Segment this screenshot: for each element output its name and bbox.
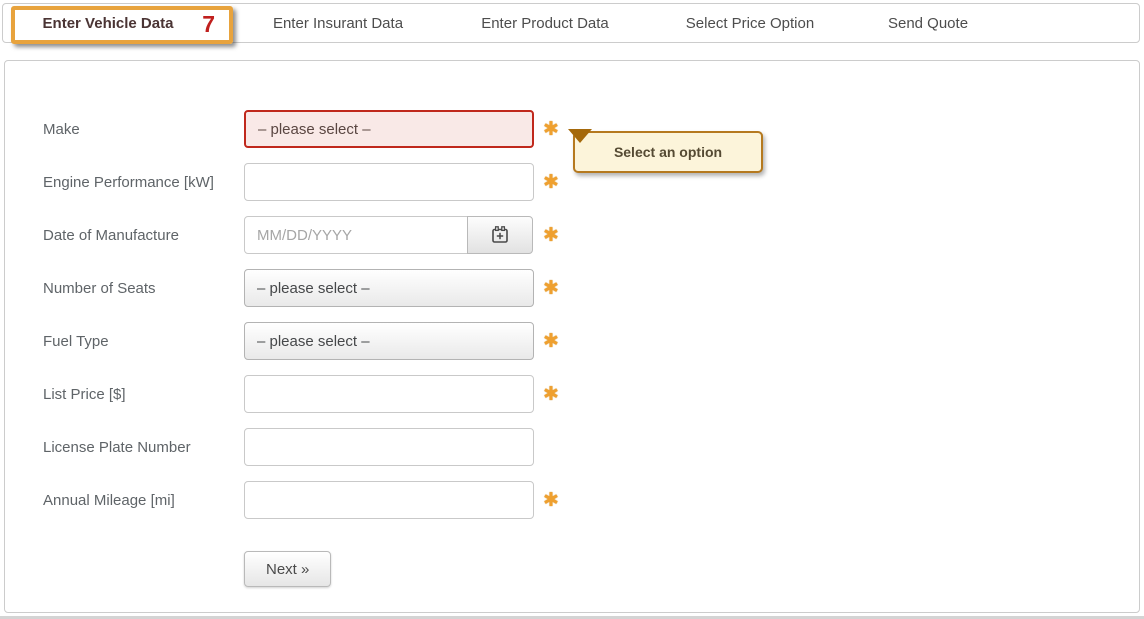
fuel-type-select-value: – please select –: [257, 333, 370, 350]
number-of-seats-select[interactable]: – please select –: [244, 269, 534, 307]
date-of-manufacture-label: Date of Manufacture: [43, 227, 244, 244]
make-select[interactable]: – please select –: [244, 110, 534, 148]
form-row-license-plate: License Plate Number: [43, 428, 559, 466]
required-asterisk-icon: ✱: [543, 279, 559, 298]
required-asterisk-icon: ✱: [543, 173, 559, 192]
tooltip-arrow-icon: [568, 129, 592, 143]
make-label: Make: [43, 121, 244, 138]
engine-performance-label: Engine Performance [kW]: [43, 174, 244, 191]
license-plate-input[interactable]: [244, 428, 534, 466]
required-asterisk-icon: ✱: [543, 385, 559, 404]
tab-send-quote[interactable]: Send Quote: [870, 4, 986, 42]
annotation-number: 7: [202, 13, 215, 36]
engine-performance-input[interactable]: [244, 163, 534, 201]
fuel-type-select[interactable]: – please select –: [244, 322, 534, 360]
next-button[interactable]: Next »: [244, 551, 331, 587]
fuel-type-label: Fuel Type: [43, 333, 244, 350]
form-row-list-price: List Price [$] ✱: [43, 375, 559, 413]
form-row-annual-mileage: Annual Mileage [mi] ✱: [43, 481, 559, 519]
annual-mileage-input[interactable]: [244, 481, 534, 519]
form-row-fuel-type: Fuel Type – please select – ✱: [43, 322, 559, 360]
tab-enter-insurant-data[interactable]: Enter Insurant Data: [255, 4, 421, 42]
form-row-engine-performance: Engine Performance [kW] ✱: [43, 163, 559, 201]
tab-label: Enter Insurant Data: [273, 15, 403, 32]
tab-select-price-option[interactable]: Select Price Option: [668, 4, 832, 42]
date-of-manufacture-input[interactable]: [244, 216, 468, 254]
list-price-input[interactable]: [244, 375, 534, 413]
tab-label: Select Price Option: [686, 15, 814, 32]
tab-label: Send Quote: [888, 15, 968, 32]
tab-enter-product-data[interactable]: Enter Product Data: [463, 4, 627, 42]
date-of-manufacture-field: [244, 216, 534, 254]
required-asterisk-icon: ✱: [543, 491, 559, 510]
required-asterisk-icon: ✱: [543, 226, 559, 245]
vehicle-data-panel: Make – please select – ✱ Engine Performa…: [4, 60, 1140, 613]
make-select-value: – please select –: [258, 121, 371, 138]
form-row-date-of-manufacture: Date of Manufacture ✱: [43, 216, 559, 254]
list-price-label: List Price [$]: [43, 386, 244, 403]
form-row-make: Make – please select – ✱: [43, 110, 559, 148]
calendar-icon: [490, 225, 510, 245]
tab-label: Enter Product Data: [481, 15, 609, 32]
open-calendar-button[interactable]: [467, 216, 533, 254]
required-asterisk-icon: ✱: [543, 120, 559, 139]
form-row-number-of-seats: Number of Seats – please select – ✱: [43, 269, 559, 307]
annual-mileage-label: Annual Mileage [mi]: [43, 492, 244, 509]
tooltip-text: Select an option: [614, 144, 722, 160]
number-of-seats-select-value: – please select –: [257, 280, 370, 297]
tab-label: Enter Vehicle Data: [43, 15, 174, 32]
tab-enter-vehicle-data[interactable]: Enter Vehicle Data: [25, 4, 192, 42]
wizard-tab-bar: Enter Vehicle Data Enter Insurant Data E…: [2, 3, 1140, 43]
number-of-seats-label: Number of Seats: [43, 280, 244, 297]
license-plate-label: License Plate Number: [43, 439, 244, 456]
vehicle-data-form: Make – please select – ✱ Engine Performa…: [43, 110, 559, 587]
validation-tooltip: Select an option: [573, 131, 763, 173]
required-asterisk-icon: ✱: [543, 332, 559, 351]
